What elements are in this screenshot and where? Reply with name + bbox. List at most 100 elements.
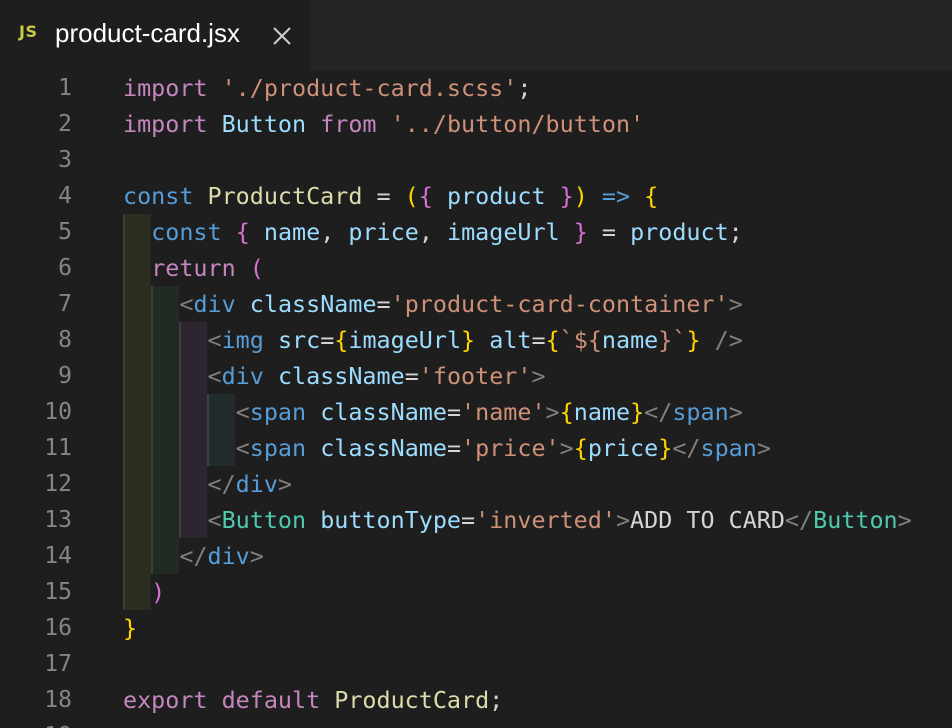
code-token: < — [179, 290, 194, 318]
line-number: 8 — [58, 327, 72, 353]
code-token: { — [644, 182, 659, 210]
code-token: ; — [728, 218, 743, 246]
code-line[interactable]: import './product-card.scss'; — [123, 70, 531, 106]
code-token: className — [277, 362, 405, 390]
code-token: = — [446, 434, 462, 462]
code-token: > — [545, 398, 560, 426]
code-line[interactable]: </div> — [123, 466, 293, 502]
code-token: => — [601, 182, 631, 210]
code-token: }` — [658, 326, 687, 354]
code-line[interactable]: <img src={imageUrl} alt={`${name}`} /> — [123, 322, 743, 358]
code-token: = — [376, 290, 391, 318]
code-token: , — [320, 218, 349, 246]
line-number: 3 — [58, 147, 72, 173]
code-token: , — [418, 218, 447, 246]
code-token: > — [277, 470, 293, 498]
code-line[interactable]: <Button buttonType='inverted'>ADD TO CAR… — [123, 502, 912, 538]
code-token: } — [686, 326, 701, 354]
line-number: 7 — [58, 291, 72, 317]
close-icon[interactable] — [271, 25, 293, 47]
code-token: } — [559, 182, 574, 210]
javascript-file-icon: JS — [19, 22, 38, 41]
code-token: price — [348, 218, 419, 246]
code-token: /> — [714, 326, 743, 354]
code-token: ; — [489, 686, 504, 714]
code-line[interactable]: ) — [123, 574, 165, 610]
code-token: } — [630, 398, 645, 426]
code-line[interactable]: <div className='footer'> — [123, 358, 546, 394]
code-token: = — [404, 362, 419, 390]
code-token: div — [207, 542, 250, 570]
code-token: > — [559, 434, 574, 462]
code-token: </ — [644, 398, 673, 426]
code-token: ( — [249, 254, 264, 282]
code-token: Button — [221, 506, 307, 534]
code-token: = — [531, 326, 546, 354]
line-number: 10 — [44, 399, 72, 425]
code-token: ( — [404, 182, 419, 210]
code-line[interactable]: <span className='name'>{name}</span> — [123, 394, 743, 430]
line-number: 19 — [0, 718, 72, 728]
code-line[interactable]: return ( — [123, 250, 264, 286]
line-number: 6 — [58, 255, 72, 281]
code-token: Button — [813, 506, 898, 534]
code-token: } — [461, 326, 476, 354]
code-token: export — [123, 686, 208, 714]
code-line[interactable]: const ProductCard = ({ product }) => { — [123, 178, 658, 214]
line-number: 1 — [58, 75, 72, 101]
code-token: = — [320, 326, 335, 354]
code-token: { — [545, 326, 560, 354]
code-token: > — [756, 434, 771, 462]
code-token: < — [235, 398, 250, 426]
code-token: span — [249, 434, 307, 462]
code-token: 'footer' — [418, 362, 532, 390]
code-token: } — [123, 614, 138, 642]
line-number: 16 — [44, 615, 72, 641]
code-line[interactable]: } — [123, 610, 137, 646]
code-line[interactable]: <div className='product-card-container'> — [123, 286, 742, 322]
code-token: </ — [207, 470, 236, 498]
tab-product-card[interactable]: JS product-card.jsx — [0, 0, 311, 70]
code-line[interactable]: const { name, price, imageUrl } = produc… — [123, 214, 743, 250]
line-number: 9 — [58, 363, 72, 389]
code-token: div — [193, 290, 236, 318]
code-line[interactable]: <span className='price'>{price}</span> — [123, 430, 771, 466]
code-editor[interactable]: 12345678910111213141516171819 import './… — [0, 70, 952, 728]
code-token: = — [446, 398, 462, 426]
code-line[interactable]: export default ProductCard; — [123, 682, 503, 718]
code-token: div — [235, 470, 278, 498]
code-token: ProductCard — [207, 182, 363, 210]
code-line[interactable]: </div> — [123, 538, 264, 574]
code-token: span — [700, 434, 757, 462]
code-line[interactable]: import Button from '../button/button' — [123, 106, 644, 142]
code-token: src — [277, 326, 321, 354]
code-token: const — [151, 218, 222, 246]
line-number: 5 — [58, 219, 72, 245]
code-token: div — [221, 362, 264, 390]
code-token: span — [249, 398, 307, 426]
code-token: from — [320, 110, 377, 138]
code-token: = — [362, 182, 405, 210]
code-token: product — [630, 218, 729, 246]
code-token: < — [207, 362, 222, 390]
code-token: > — [615, 506, 631, 534]
code-token: ADD TO CARD — [630, 506, 785, 534]
code-token: import — [123, 74, 208, 102]
code-token: ) — [151, 578, 166, 606]
line-number: 4 — [58, 183, 72, 209]
